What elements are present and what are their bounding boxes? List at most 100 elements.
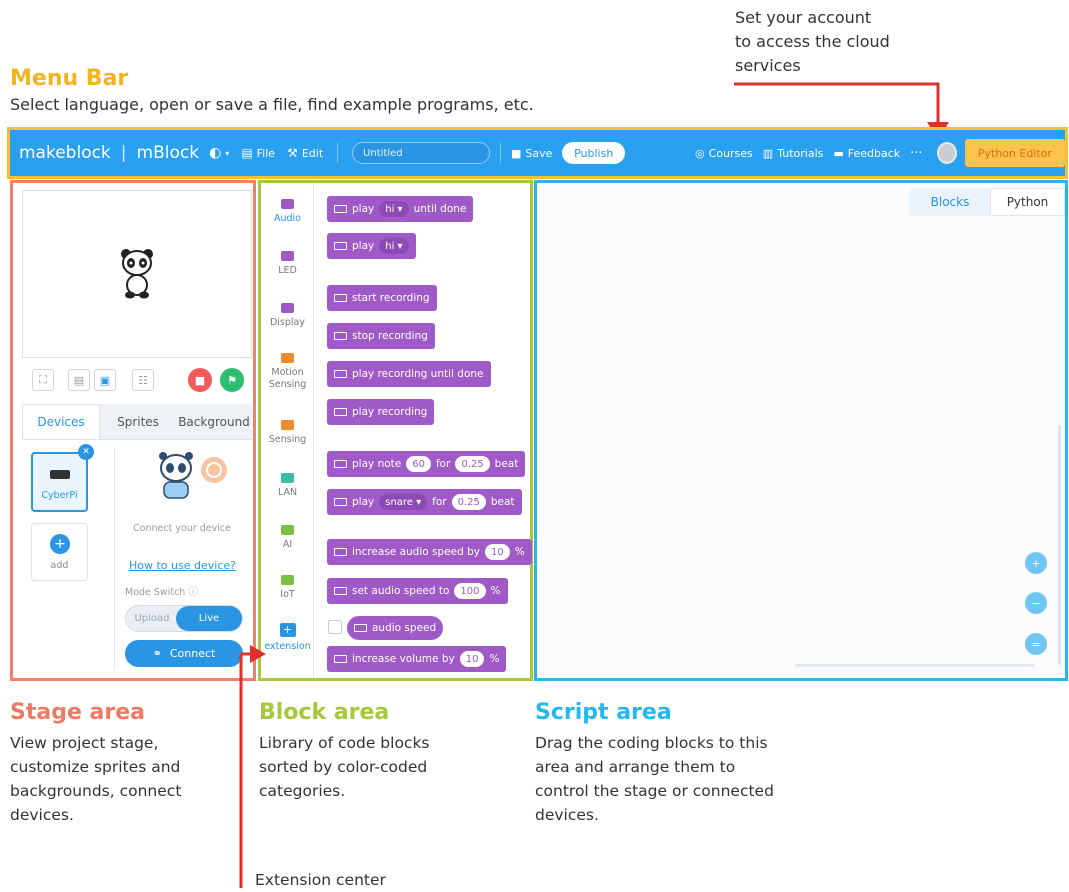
courses-link[interactable]: ◎ Courses — [695, 147, 753, 160]
menu-bar-description: Select language, open or save a file, fi… — [10, 95, 534, 114]
block-area-heading: Block area — [259, 700, 390, 725]
tutorials-link[interactable]: ▥ Tutorials — [763, 147, 824, 160]
connect-hint: Connect your device — [133, 523, 231, 534]
beat-input[interactable]: 0.25 — [455, 456, 490, 472]
stage-tabs: Devices Sprites Background — [22, 404, 252, 440]
speed-input[interactable]: 10 — [484, 544, 510, 560]
volume-input[interactable]: 10 — [459, 651, 485, 667]
how-to-use-link[interactable]: How to use device? — [129, 559, 236, 572]
script-area-description: Drag the coding blocks to this area and … — [535, 734, 774, 824]
zoom-in-icon[interactable]: + — [1025, 552, 1047, 574]
cyberpi-block-icon — [334, 294, 347, 302]
sensing-icon — [281, 420, 294, 430]
block-area-description: Library of code blocks sorted by color-c… — [259, 734, 430, 800]
cyberpi-block-icon — [334, 332, 347, 340]
category-sensing[interactable]: Sensing — [261, 420, 314, 446]
remove-device-icon[interactable]: ✕ — [78, 444, 94, 460]
tab-sprites[interactable]: Sprites — [100, 404, 176, 439]
block-play-until-done[interactable]: play hi ▾ until done — [327, 196, 474, 222]
stage-area-description: View project stage, customize sprites an… — [10, 734, 182, 824]
tab-blocks[interactable]: Blocks — [910, 188, 990, 216]
category-display[interactable]: Display — [261, 303, 314, 329]
zoom-reset-icon[interactable]: = — [1025, 633, 1047, 655]
edit-menu[interactable]: ⚒ Edit — [287, 146, 323, 160]
live-mode-option[interactable]: Live — [176, 606, 242, 631]
save-button[interactable]: ■ Save — [511, 147, 552, 160]
mode-switch[interactable]: Upload Live — [125, 605, 243, 632]
panda-sprite[interactable] — [119, 247, 155, 299]
device-card-cyberpi[interactable]: CyberPi — [31, 452, 88, 512]
block-set-audio-speed[interactable]: set audio speed to 100% — [327, 578, 508, 604]
file-menu[interactable]: ▤ File — [241, 146, 275, 160]
tab-background[interactable]: Background — [176, 404, 252, 439]
code-view-tabs: Blocks Python — [910, 188, 1065, 216]
cyberpi-block-icon — [334, 498, 347, 506]
small-stage-icon[interactable]: ▤ — [68, 369, 90, 391]
tab-devices[interactable]: Devices — [22, 404, 100, 439]
python-editor-button[interactable]: Python Editor — [964, 139, 1065, 167]
add-device-button[interactable]: + add — [31, 523, 88, 581]
cyberpi-block-icon — [334, 587, 347, 595]
account-avatar[interactable] — [936, 142, 957, 164]
zoom-out-icon[interactable]: − — [1025, 592, 1047, 614]
vertical-scrollbar[interactable] — [1058, 425, 1061, 665]
language-button[interactable]: ◐ ▾ — [209, 145, 229, 161]
sound-dropdown[interactable]: hi ▾ — [379, 201, 409, 217]
wrench-icon: ⚒ — [287, 146, 298, 160]
project-title-input[interactable] — [352, 142, 491, 164]
cyberpi-block-icon — [334, 242, 347, 250]
display-icon — [281, 303, 294, 313]
block-increase-volume[interactable]: increase volume by 10% — [327, 646, 507, 672]
block-stop-recording[interactable]: stop recording — [327, 323, 435, 349]
drum-dropdown[interactable]: snare ▾ — [379, 494, 428, 510]
category-audio[interactable]: Audio — [261, 199, 314, 225]
stage-canvas[interactable] — [22, 190, 252, 358]
large-stage-icon[interactable]: ▣ — [94, 369, 116, 391]
stop-button[interactable]: ■ — [188, 368, 212, 392]
makeblock-logo[interactable]: makeblock | mBlock — [19, 143, 199, 163]
more-menu[interactable]: ··· — [910, 146, 922, 161]
note-input[interactable]: 60 — [406, 456, 431, 472]
block-play-note[interactable]: play note 60 for 0.25 beat — [327, 451, 526, 477]
extension-center-arrow — [239, 645, 266, 888]
block-audio-speed-reporter[interactable]: audio speed — [347, 616, 444, 640]
block-play-drum[interactable]: play snare ▾ for 0.25 beat — [327, 489, 522, 515]
mode-switch-label: Mode Switch ⓘ — [125, 587, 198, 598]
link-icon: ⚭ — [152, 647, 162, 660]
cyberpi-block-icon — [334, 460, 347, 468]
category-iot[interactable]: IoT — [261, 575, 314, 601]
cyberpi-block-icon — [334, 370, 347, 378]
category-lan[interactable]: LAN — [261, 473, 314, 499]
stage-area-heading: Stage area — [10, 700, 145, 725]
reporter-checkbox[interactable] — [328, 620, 342, 634]
publish-button[interactable]: Publish — [562, 142, 626, 164]
category-ai[interactable]: AI — [261, 525, 314, 551]
beat-input[interactable]: 0.25 — [451, 494, 486, 510]
block-play[interactable]: play hi ▾ — [327, 233, 416, 259]
block-play-recording-until-done[interactable]: play recording until done — [327, 361, 491, 387]
horizontal-scrollbar[interactable] — [795, 664, 1035, 667]
target-icon: ◎ — [695, 146, 705, 160]
extension-plus-icon: + — [279, 623, 296, 637]
category-led[interactable]: LED — [261, 251, 314, 277]
motion-sensing-icon — [281, 353, 294, 363]
block-increase-audio-speed[interactable]: increase audio speed by 10% — [327, 539, 532, 565]
fullscreen-icon[interactable]: ⛶ — [32, 369, 54, 391]
book-icon: ▥ — [762, 146, 774, 160]
green-flag-button[interactable]: ⚑ — [220, 368, 244, 392]
menu-bar-heading: Menu Bar — [10, 66, 129, 91]
script-area-heading: Script area — [535, 700, 672, 725]
globe-icon: ◐ — [209, 145, 222, 161]
speed-input[interactable]: 100 — [454, 583, 486, 599]
grid-icon[interactable]: ☷ — [132, 369, 154, 391]
category-motion-sensing[interactable]: Motion Sensing — [261, 353, 314, 391]
connect-button[interactable]: ⚭ Connect — [125, 640, 243, 667]
connect-illustration — [159, 452, 227, 499]
sound-dropdown[interactable]: hi ▾ — [379, 238, 409, 254]
feedback-link[interactable]: ▬ Feedback — [833, 147, 900, 160]
upload-mode-option[interactable]: Upload — [126, 606, 178, 631]
tab-python[interactable]: Python — [990, 188, 1065, 216]
help-icon: ⓘ — [188, 587, 198, 598]
block-play-recording[interactable]: play recording — [327, 399, 435, 425]
block-start-recording[interactable]: start recording — [327, 285, 437, 311]
